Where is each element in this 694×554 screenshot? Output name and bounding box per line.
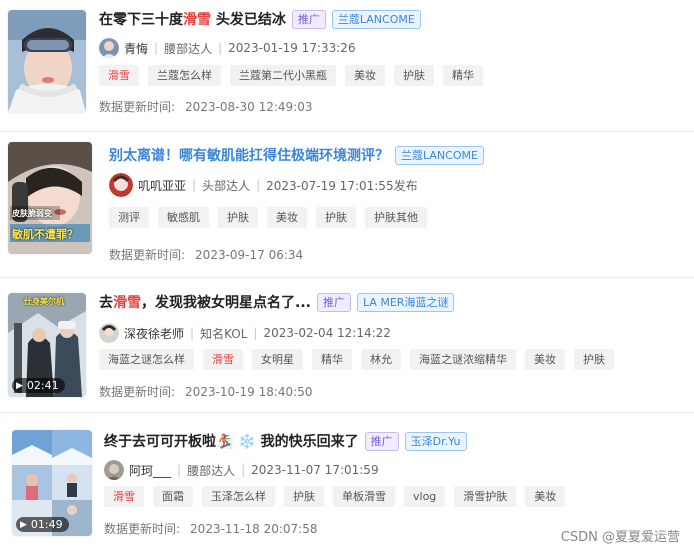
- publish-time: 2023-11-07 17:01:59: [251, 463, 379, 477]
- thumbnail-caption: 敏肌不遭罪？: [12, 228, 78, 241]
- author-name[interactable]: 叽叽亚亚: [138, 177, 186, 194]
- tag[interactable]: 滑雪护肤: [454, 486, 517, 507]
- divider: [0, 277, 694, 278]
- tag[interactable]: 兰蔻第二代小黑瓶: [230, 65, 336, 86]
- publish-time: 2023-07-19 17:01:55发布: [266, 178, 418, 193]
- brand-badge[interactable]: 兰蔻LANCOME: [331, 9, 421, 29]
- post-thumbnail[interactable]: ▶ 01:49: [12, 430, 92, 536]
- update-time: 2023-08-30 12:49:03: [185, 100, 313, 114]
- post-thumbnail[interactable]: [8, 10, 86, 113]
- tag[interactable]: 面霜: [153, 486, 193, 507]
- tag[interactable]: 海蓝之谜怎么样: [99, 349, 194, 370]
- publish-time: 2023-02-04 12:14:22: [263, 326, 391, 340]
- post-title[interactable]: 别太离谱！哪有敏肌能扛得住极端环境测评？: [109, 145, 389, 165]
- tag-list: 测评 敏感肌 护肤 美妆 护肤 护肤其他: [109, 207, 436, 228]
- tag[interactable]: 林允: [361, 349, 401, 370]
- play-icon: ▶: [16, 380, 23, 391]
- thumbnail-caption: 仕身美尔机: [24, 297, 64, 306]
- post-thumbnail[interactable]: 仕身美尔机 ▶ 02:41: [8, 293, 86, 397]
- tag[interactable]: 精华: [443, 65, 483, 86]
- author-name[interactable]: 阿珂___: [129, 462, 171, 479]
- divider: [0, 131, 694, 132]
- update-time: 2023-09-17 06:34: [195, 248, 304, 262]
- author-level: 腰部达人: [164, 41, 213, 56]
- brand-badge[interactable]: LA MER海蓝之谜: [356, 292, 455, 312]
- author-name[interactable]: 深夜徐老师: [124, 325, 184, 342]
- tag[interactable]: 美妆: [267, 207, 307, 228]
- tag[interactable]: 护肤: [316, 207, 356, 228]
- post-title[interactable]: 去滑雪，发现我被女明星点名了...: [99, 292, 311, 312]
- brand-badge[interactable]: 玉泽Dr.Yu: [404, 431, 467, 451]
- update-time-row: 数据更新时间: 2023-10-19 18:40:50: [99, 385, 313, 399]
- tag[interactable]: 女明星: [252, 349, 303, 370]
- tag[interactable]: 敏感肌: [158, 207, 209, 228]
- tag[interactable]: 测评: [109, 207, 149, 228]
- tag[interactable]: 滑雪: [99, 65, 139, 86]
- tag[interactable]: 海蓝之谜浓缩精华: [410, 349, 516, 370]
- brand-badge[interactable]: 兰蔻LANCOME: [395, 145, 484, 165]
- update-time-row: 数据更新时间: 2023-11-18 20:07:58: [104, 522, 318, 536]
- tag[interactable]: 美妆: [525, 486, 566, 507]
- tag[interactable]: 护肤: [284, 486, 324, 507]
- avatar[interactable]: [99, 38, 119, 58]
- tag[interactable]: 精华: [312, 349, 352, 370]
- tag[interactable]: 护肤: [218, 207, 258, 228]
- divider: [0, 412, 694, 413]
- avatar[interactable]: [99, 323, 119, 343]
- avatar[interactable]: [104, 460, 124, 480]
- post-thumbnail[interactable]: 皮肤脆弱变 敏肌不遭罪？: [8, 142, 92, 254]
- update-time: 2023-11-18 20:07:58: [190, 522, 318, 536]
- author-name[interactable]: 青悔: [124, 40, 148, 57]
- tag-list: 滑雪 兰蔻怎么样 兰蔻第二代小黑瓶 美妆 护肤 精华: [99, 65, 492, 86]
- author-level: 知名KOL: [200, 326, 248, 341]
- watermark: CSDN @夏夏爱运营: [560, 530, 680, 545]
- update-time-row: 数据更新时间: 2023-09-17 06:34: [109, 248, 304, 262]
- author-level: 腰部达人: [187, 463, 236, 478]
- video-duration: ▶ 01:49: [16, 517, 69, 532]
- post-title[interactable]: 终于去可可开板啦🏂 ❄️ 我的快乐回来了: [104, 431, 359, 451]
- play-icon: ▶: [20, 519, 27, 530]
- keyword-highlight: 滑雪: [113, 295, 141, 311]
- author-level: 头部达人: [202, 178, 251, 193]
- post-title[interactable]: 在零下三十度滑雪 头发已结冰: [99, 9, 286, 29]
- tag[interactable]: 单板滑雪: [333, 486, 395, 507]
- tag[interactable]: vlog: [404, 486, 446, 507]
- avatar[interactable]: [109, 173, 133, 197]
- thumbnail-caption: 皮肤脆弱变: [12, 209, 52, 218]
- update-time: 2023-10-19 18:40:50: [185, 385, 313, 399]
- tag[interactable]: 美妆: [525, 349, 565, 370]
- tag[interactable]: 护肤: [394, 65, 434, 86]
- tag-list: 滑雪 面霜 玉泽怎么样 护肤 单板滑雪 vlog 滑雪护肤 美妆: [104, 486, 574, 507]
- tag-list: 海蓝之谜怎么样 滑雪 女明星 精华 林允 海蓝之谜浓缩精华 美妆 护肤: [99, 349, 623, 370]
- tag[interactable]: 护肤其他: [365, 207, 427, 228]
- update-time-row: 数据更新时间: 2023-08-30 12:49:03: [99, 100, 313, 114]
- video-duration: ▶ 02:41: [12, 378, 65, 393]
- promo-badge: 推广: [291, 9, 326, 29]
- tag[interactable]: 滑雪: [104, 486, 144, 507]
- tag[interactable]: 护肤: [574, 349, 614, 370]
- tag[interactable]: 滑雪: [203, 349, 243, 370]
- keyword-highlight: 滑雪: [183, 12, 211, 28]
- tag[interactable]: 玉泽怎么样: [202, 486, 275, 507]
- tag[interactable]: 兰蔻怎么样: [148, 65, 221, 86]
- promo-badge: 推广: [364, 431, 399, 451]
- tag[interactable]: 美妆: [345, 65, 385, 86]
- publish-time: 2023-01-19 17:33:26: [228, 41, 356, 55]
- promo-badge: 推广: [316, 292, 351, 312]
